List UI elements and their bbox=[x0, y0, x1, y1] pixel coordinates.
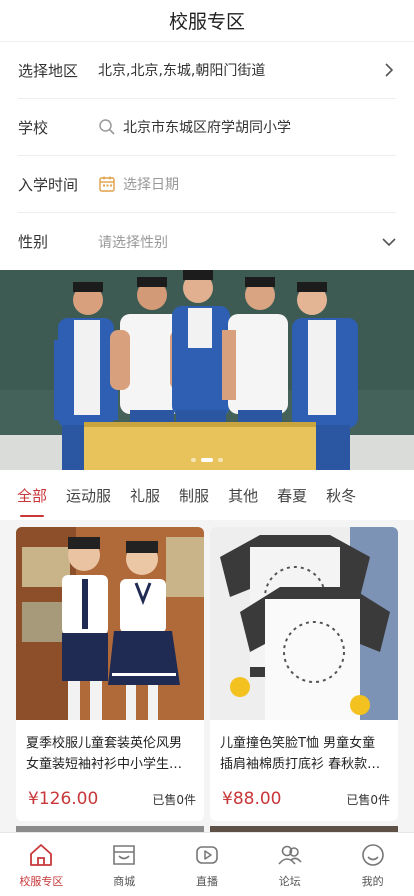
tab-spring-summer[interactable]: 春夏 bbox=[277, 470, 307, 520]
region-row[interactable]: 选择地区 北京,北京,东城,朝阳门街道 bbox=[18, 42, 396, 99]
nav-uniform-zone[interactable]: 校服专区 bbox=[0, 833, 83, 896]
product-price: ¥126.00 bbox=[28, 789, 99, 809]
filter-form: 选择地区 北京,北京,东城,朝阳门街道 学校 北京市东城区府学胡同小学 入学时间 bbox=[0, 42, 414, 270]
enroll-row[interactable]: 入学时间 选择日期 bbox=[18, 156, 396, 213]
product-price: ¥88.00 bbox=[222, 789, 282, 809]
chevron-right-icon bbox=[385, 63, 394, 77]
calendar-icon bbox=[99, 176, 115, 192]
carousel-indicator bbox=[0, 458, 414, 462]
tab-sportswear[interactable]: 运动服 bbox=[66, 470, 111, 520]
enroll-label: 入学时间 bbox=[18, 175, 79, 194]
region-label: 选择地区 bbox=[18, 61, 79, 80]
product-card[interactable]: 儿童撞色笑脸T恤 男童女童插肩袖棉质打底衫 春秋款… ¥88.00 已售0件 bbox=[210, 527, 398, 821]
nav-label: 直播 bbox=[195, 875, 218, 888]
region-value[interactable]: 北京,北京,东城,朝阳门街道 bbox=[98, 60, 382, 80]
enroll-placeholder: 选择日期 bbox=[123, 177, 179, 193]
enroll-date-field[interactable]: 选择日期 bbox=[98, 174, 396, 194]
product-sold-count: 已售0件 bbox=[346, 793, 390, 807]
mall-icon bbox=[113, 845, 135, 865]
page-header: 校服专区 bbox=[0, 0, 414, 42]
nav-mall[interactable]: 商城 bbox=[83, 833, 166, 896]
school-value: 北京市东城区府学胡同小学 bbox=[123, 120, 291, 136]
carousel-dot-active[interactable] bbox=[201, 458, 213, 462]
gender-select[interactable]: 请选择性别 bbox=[98, 232, 382, 252]
nav-forum[interactable]: 论坛 bbox=[248, 833, 331, 896]
nav-label: 商城 bbox=[113, 875, 136, 888]
home-icon bbox=[30, 844, 53, 866]
nav-profile[interactable]: 我的 bbox=[331, 833, 414, 896]
chevron-down-icon bbox=[382, 237, 396, 246]
nav-label: 校服专区 bbox=[19, 875, 64, 888]
tab-uniform[interactable]: 制服 bbox=[179, 470, 209, 520]
nav-label: 我的 bbox=[361, 875, 384, 888]
school-field[interactable]: 北京市东城区府学胡同小学 bbox=[98, 117, 396, 137]
carousel-dot[interactable] bbox=[191, 458, 196, 462]
gender-label: 性别 bbox=[18, 233, 49, 251]
tab-autumn-winter[interactable]: 秋冬 bbox=[326, 470, 356, 520]
forum-icon bbox=[278, 845, 302, 865]
banner-carousel[interactable] bbox=[0, 270, 414, 470]
nav-label: 论坛 bbox=[278, 875, 301, 888]
school-label: 学校 bbox=[18, 118, 49, 137]
nav-live[interactable]: 直播 bbox=[166, 833, 249, 896]
product-sold-count: 已售0件 bbox=[152, 793, 196, 807]
profile-icon bbox=[361, 844, 384, 866]
page-title: 校服专区 bbox=[168, 11, 245, 33]
bottom-nav: 校服专区 商城 直播 论坛 我的 bbox=[0, 832, 414, 896]
school-row[interactable]: 学校 北京市东城区府学胡同小学 bbox=[18, 99, 396, 156]
carousel-dot[interactable] bbox=[218, 458, 223, 462]
live-icon bbox=[196, 846, 218, 864]
banner-image bbox=[0, 270, 414, 470]
search-icon bbox=[99, 119, 115, 135]
tab-formal[interactable]: 礼服 bbox=[130, 470, 160, 520]
product-title: 夏季校服儿童套装英伦风男女童装短袖衬衫中小学生… bbox=[26, 736, 183, 772]
category-tabs: 全部 运动服 礼服 制服 其他 春夏 秋冬 bbox=[0, 470, 414, 520]
product-title: 儿童撞色笑脸T恤 男童女童插肩袖棉质打底衫 春秋款… bbox=[220, 736, 381, 772]
tab-other[interactable]: 其他 bbox=[228, 470, 258, 520]
product-grid: 夏季校服儿童套装英伦风男女童装短袖衬衫中小学生… ¥126.00 已售0件 儿童… bbox=[0, 520, 414, 832]
gender-row[interactable]: 性别 请选择性别 bbox=[18, 213, 396, 270]
product-image bbox=[16, 527, 204, 720]
product-card[interactable]: 夏季校服儿童套装英伦风男女童装短袖衬衫中小学生… ¥126.00 已售0件 bbox=[16, 527, 204, 821]
product-image bbox=[210, 527, 398, 720]
tab-all[interactable]: 全部 bbox=[17, 470, 47, 520]
